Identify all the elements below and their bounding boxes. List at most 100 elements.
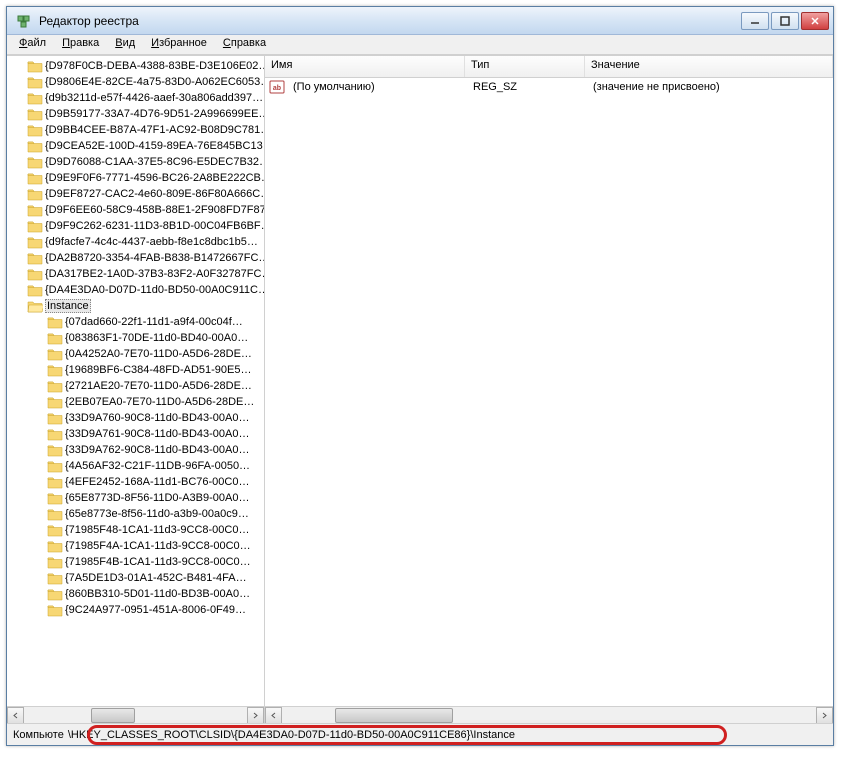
tree-item[interactable]: {4A56AF32-C21F-11DB-96FA-0050…: [7, 458, 264, 474]
col-value[interactable]: Значение: [585, 56, 833, 77]
tree-label: {7A5DE1D3-01A1-452C-B481-4FA…: [65, 572, 247, 584]
folder-icon: [47, 443, 63, 457]
tree-label: {D9F9C262-6231-11D3-8B1D-00C04FB6BF…: [45, 220, 264, 232]
scroll-right-button[interactable]: [816, 707, 833, 723]
tree-item[interactable]: {65e8773e-8f56-11d0-a3b9-00a0c9…: [7, 506, 264, 522]
list-pane: Имя Тип Значение (По умолчанию)REG_SZ(зн…: [265, 56, 833, 723]
tree-item[interactable]: {DA2B8720-3354-4FAB-B838-B1472667FC…: [7, 250, 264, 266]
menubar: Файл Правка Вид Избранное Справка: [7, 35, 833, 55]
folder-icon: [47, 587, 63, 601]
list-body[interactable]: (По умолчанию)REG_SZ(значение не присвое…: [265, 78, 833, 706]
tree-item[interactable]: {D9806E4E-82CE-4a75-83D0-A062EC6053…: [7, 74, 264, 90]
col-type[interactable]: Тип: [465, 56, 585, 77]
tree-item[interactable]: {33D9A762-90C8-11d0-BD43-00A0…: [7, 442, 264, 458]
scroll-left-button[interactable]: [7, 707, 24, 724]
tree-item[interactable]: {D9E9F0F6-7771-4596-BC26-2A8BE222CB…: [7, 170, 264, 186]
maximize-button[interactable]: [771, 12, 799, 30]
folder-icon: [47, 331, 63, 345]
scroll-right-button[interactable]: [247, 707, 264, 724]
folder-icon: [27, 139, 43, 153]
tree-item[interactable]: {D9F6EE60-58C9-458B-88E1-2F908FD7F87…: [7, 202, 264, 218]
tree-item[interactable]: {33D9A761-90C8-11d0-BD43-00A0…: [7, 426, 264, 442]
tree-item-selected[interactable]: Instance: [7, 298, 264, 314]
list-row[interactable]: (По умолчанию)REG_SZ(значение не присвое…: [265, 78, 833, 96]
tree-item[interactable]: {DA317BE2-1A0D-37B3-83F2-A0F32787FC…: [7, 266, 264, 282]
scroll-track[interactable]: [282, 707, 816, 723]
tree-label: {19689BF6-C384-48FD-AD51-90E5…: [65, 364, 252, 376]
tree-item[interactable]: {71985F48-1CA1-11d3-9CC8-00C0…: [7, 522, 264, 538]
cell-value: (значение не присвоено): [587, 81, 833, 93]
folder-icon: [47, 427, 63, 441]
folder-icon: [47, 459, 63, 473]
tree-label: {DA317BE2-1A0D-37B3-83F2-A0F32787FC…: [45, 268, 264, 280]
tree-label: {d9b3211d-e57f-4426-aaef-30a806add397…: [45, 92, 263, 104]
close-button[interactable]: [801, 12, 829, 30]
tree-item[interactable]: {4EFE2452-168A-11d1-BC76-00C0…: [7, 474, 264, 490]
statusbar: Компьюте \HKEY_CLASSES_ROOT\CLSID\{DA4E3…: [7, 723, 833, 745]
tree-item[interactable]: {71985F4B-1CA1-11d3-9CC8-00C0…: [7, 554, 264, 570]
tree-item[interactable]: {D978F0CB-DEBA-4388-83BE-D3E106E02…: [7, 58, 264, 74]
tree-item[interactable]: {d9facfe7-4c4c-4437-aebb-f8e1c8dbc1b5…: [7, 234, 264, 250]
menu-file[interactable]: Файл: [11, 35, 54, 54]
tree-body[interactable]: {D978F0CB-DEBA-4388-83BE-D3E106E02… {D980…: [7, 56, 264, 706]
status-computer-label: Компьюте: [13, 729, 64, 741]
tree-item[interactable]: {0A4252A0-7E70-11D0-A5D6-28DE…: [7, 346, 264, 362]
folder-icon: [47, 491, 63, 505]
tree-item[interactable]: {d9b3211d-e57f-4426-aaef-30a806add397…: [7, 90, 264, 106]
tree-item[interactable]: {2721AE20-7E70-11D0-A5D6-28DE…: [7, 378, 264, 394]
tree-label: {D9CEA52E-100D-4159-89EA-76E845BC13…: [45, 140, 264, 152]
tree-label: {D9D76088-C1AA-37E5-8C96-E5DEC7B32…: [45, 156, 264, 168]
folder-icon: [47, 395, 63, 409]
cell-name: (По умолчанию): [287, 81, 467, 93]
tree-label: {07dad660-22f1-11d1-a9f4-00c04f…: [65, 316, 243, 328]
tree-item[interactable]: {860BB310-5D01-11d0-BD3B-00A0…: [7, 586, 264, 602]
tree-item[interactable]: {D9BB4CEE-B87A-47F1-AC92-B08D9C781…: [7, 122, 264, 138]
folder-icon: [47, 523, 63, 537]
tree-label: {65E8773D-8F56-11D0-A3B9-00A0…: [65, 492, 249, 504]
list-h-scrollbar[interactable]: [265, 706, 833, 723]
tree-item[interactable]: {19689BF6-C384-48FD-AD51-90E5…: [7, 362, 264, 378]
folder-icon: [47, 347, 63, 361]
tree-item[interactable]: {71985F4A-1CA1-11d3-9CC8-00C0…: [7, 538, 264, 554]
tree-item[interactable]: {07dad660-22f1-11d1-a9f4-00c04f…: [7, 314, 264, 330]
menu-help[interactable]: Справка: [215, 35, 274, 54]
col-name[interactable]: Имя: [265, 56, 465, 77]
tree-item[interactable]: {2EB07EA0-7E70-11D0-A5D6-28DE…: [7, 394, 264, 410]
tree-item[interactable]: {9C24A977-0951-451A-8006-0F49…: [7, 602, 264, 618]
tree-item[interactable]: {D9EF8727-CAC2-4e60-809E-86F80A666C…: [7, 186, 264, 202]
tree-label: {D9EF8727-CAC2-4e60-809E-86F80A666C…: [45, 188, 264, 200]
tree-item[interactable]: {33D9A760-90C8-11d0-BD43-00A0…: [7, 410, 264, 426]
folder-icon: [27, 75, 43, 89]
tree-label: {D9806E4E-82CE-4a75-83D0-A062EC6053…: [45, 76, 264, 88]
menu-edit[interactable]: Правка: [54, 35, 107, 54]
tree-label: {2721AE20-7E70-11D0-A5D6-28DE…: [65, 380, 252, 392]
tree-h-scrollbar[interactable]: [7, 706, 264, 723]
folder-icon: [47, 603, 63, 617]
minimize-button[interactable]: [741, 12, 769, 30]
tree-item[interactable]: {DA4E3DA0-D07D-11d0-BD50-00A0C911C…: [7, 282, 264, 298]
cell-type: REG_SZ: [467, 81, 587, 93]
tree-item[interactable]: {D9F9C262-6231-11D3-8B1D-00C04FB6BF…: [7, 218, 264, 234]
tree-label: {4A56AF32-C21F-11DB-96FA-0050…: [65, 460, 250, 472]
tree-item[interactable]: {083863F1-70DE-11d0-BD40-00A0…: [7, 330, 264, 346]
scroll-thumb[interactable]: [335, 708, 452, 723]
tree-item[interactable]: {65E8773D-8F56-11D0-A3B9-00A0…: [7, 490, 264, 506]
tree-item[interactable]: {D9D76088-C1AA-37E5-8C96-E5DEC7B32…: [7, 154, 264, 170]
tree-label: {DA4E3DA0-D07D-11d0-BD50-00A0C911C…: [45, 284, 264, 296]
tree-item[interactable]: {D9CEA52E-100D-4159-89EA-76E845BC13…: [7, 138, 264, 154]
scroll-left-button[interactable]: [265, 707, 282, 723]
reg-sz-icon: [269, 79, 285, 95]
app-icon: [17, 13, 33, 29]
menu-view[interactable]: Вид: [107, 35, 143, 54]
tree-item[interactable]: {D9B59177-33A7-4D76-9D51-2A996699EE…: [7, 106, 264, 122]
folder-icon: [27, 187, 43, 201]
tree-item[interactable]: {7A5DE1D3-01A1-452C-B481-4FA…: [7, 570, 264, 586]
scroll-thumb[interactable]: [91, 708, 136, 723]
tree-label: {D9BB4CEE-B87A-47F1-AC92-B08D9C781…: [45, 124, 264, 136]
folder-icon: [27, 299, 43, 313]
menu-favorites[interactable]: Избранное: [143, 35, 215, 54]
scroll-track[interactable]: [24, 707, 247, 724]
tree-label: {71985F4B-1CA1-11d3-9CC8-00C0…: [65, 556, 251, 568]
tree-label: {D9E9F0F6-7771-4596-BC26-2A8BE222CB…: [45, 172, 264, 184]
folder-icon: [27, 251, 43, 265]
